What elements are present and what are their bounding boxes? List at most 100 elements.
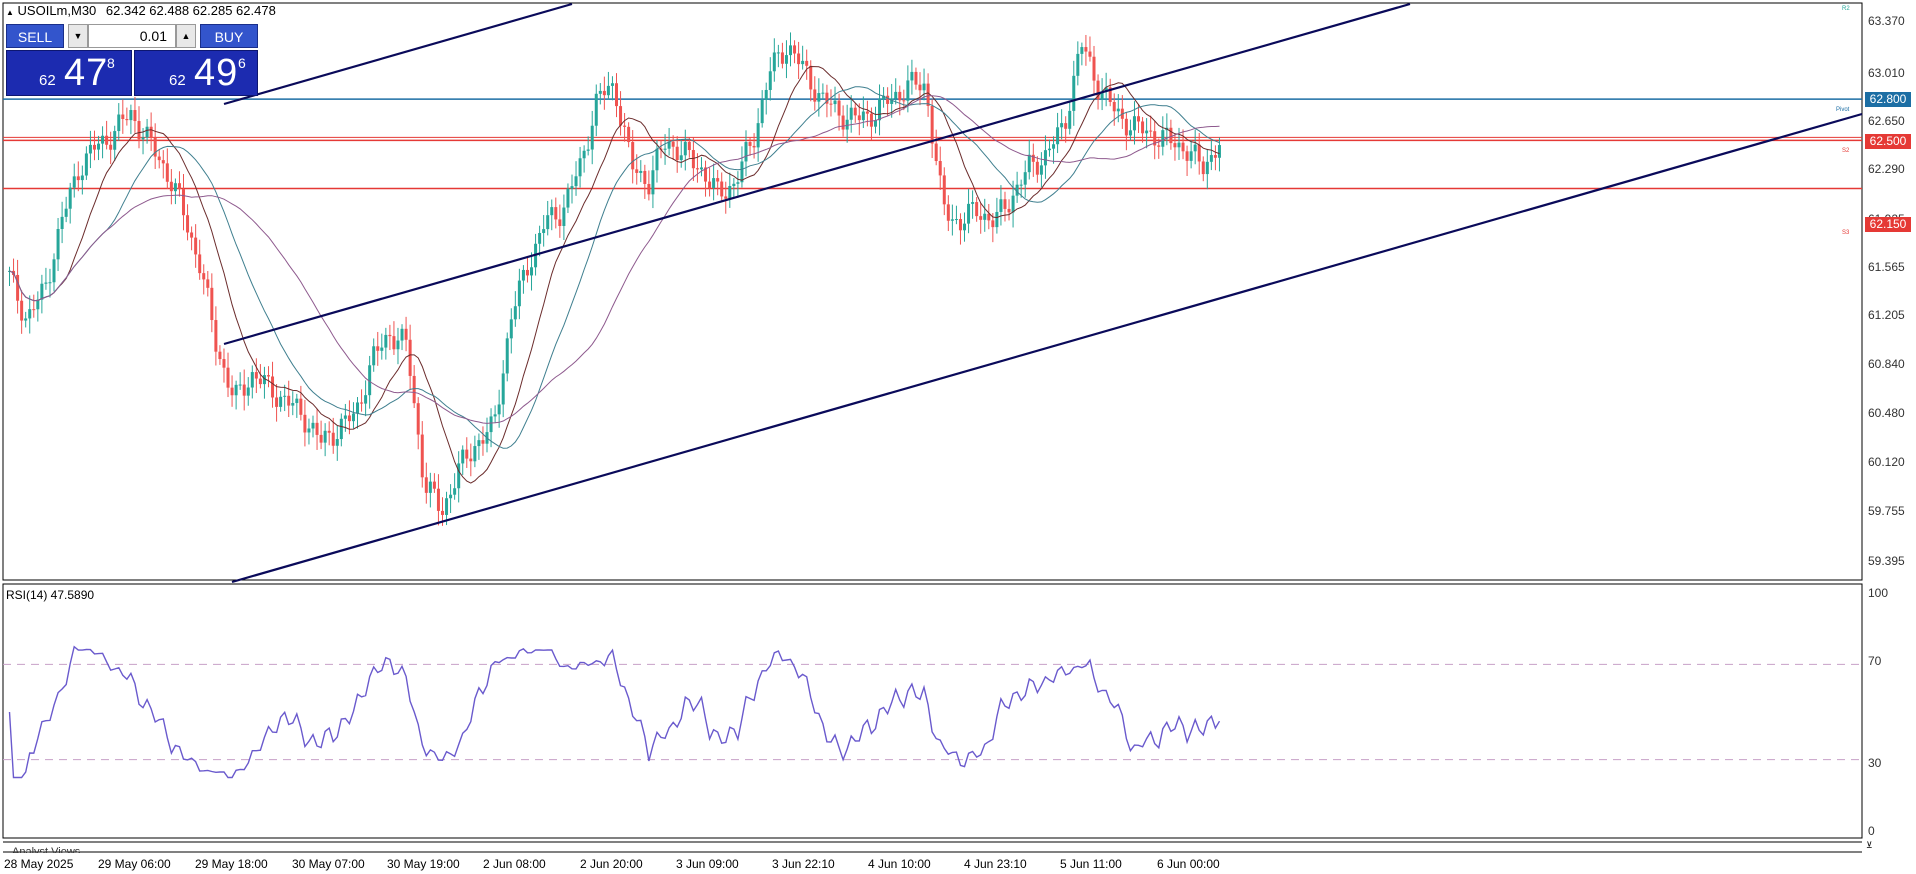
candle-body — [440, 510, 444, 515]
candle-body — [40, 283, 44, 300]
candle-body — [105, 135, 109, 145]
candle-body — [319, 434, 323, 443]
candle-body — [1173, 143, 1177, 148]
candle-body — [400, 328, 404, 341]
main-pane-frame — [2, 2, 1863, 581]
candle-body — [1145, 130, 1149, 134]
candle-body — [598, 90, 602, 94]
sell-button[interactable]: SELL — [6, 24, 64, 48]
lot-increase-button[interactable]: ▲ — [176, 24, 196, 48]
candle-body — [971, 202, 975, 204]
candle-body — [424, 477, 428, 493]
candle-body — [841, 115, 845, 130]
candle-body — [768, 71, 772, 90]
candle-body — [655, 148, 659, 171]
candle-body — [821, 92, 825, 94]
candle-body — [412, 375, 416, 404]
candle-body — [736, 182, 740, 184]
panel-scroll-icon[interactable]: ⊻ — [1866, 840, 1873, 851]
candle-body — [360, 402, 364, 404]
candle-body — [1068, 110, 1072, 129]
candle-body — [517, 280, 521, 307]
candle-body — [1128, 130, 1132, 136]
candle-body — [542, 229, 546, 233]
candle-body — [125, 118, 129, 121]
candle-body — [1076, 53, 1080, 76]
candle-body — [793, 45, 797, 54]
candle-body — [323, 430, 327, 443]
candle-body — [946, 204, 950, 221]
candle-body — [562, 207, 566, 226]
candle-body — [20, 300, 24, 321]
candle-body — [1132, 116, 1136, 131]
candle-body — [497, 404, 501, 415]
time-label: 3 Jun 22:10 — [772, 857, 835, 871]
time-label: 5 Jun 11:00 — [1060, 857, 1122, 871]
candle-body — [513, 306, 517, 320]
candle-body — [242, 384, 246, 396]
lot-decrease-button[interactable]: ▼ — [68, 24, 88, 48]
candle-body — [675, 146, 679, 161]
candle-body — [1088, 51, 1092, 57]
buy-price-button[interactable]: 62 49 6 — [134, 50, 258, 96]
collapse-arrow-icon[interactable]: ▲ — [6, 8, 14, 17]
candle-body — [32, 309, 36, 311]
candle-body — [869, 113, 873, 127]
candle-body — [898, 91, 902, 101]
candle-body — [619, 106, 623, 126]
candle-body — [789, 45, 793, 56]
candle-body — [449, 494, 453, 499]
symbol-header: ▲ USOILm,M30 62.342 62.488 62.285 62.478 — [6, 3, 276, 18]
buy-button[interactable]: BUY — [200, 24, 258, 48]
candle-body — [716, 178, 720, 182]
candle-body — [606, 85, 610, 96]
candle-body — [590, 125, 594, 150]
candle-body — [695, 168, 699, 170]
candle-body — [975, 202, 979, 217]
candle-body — [1189, 151, 1193, 161]
lot-size-input[interactable]: 0.01 — [88, 24, 176, 48]
candle-body — [1080, 47, 1084, 54]
candle-body — [784, 55, 788, 64]
chart-canvas[interactable] — [0, 0, 1916, 874]
candle-body — [194, 237, 198, 255]
candle-body — [979, 216, 983, 220]
time-label: 3 Jun 09:00 — [676, 857, 739, 871]
candle-body — [1161, 130, 1165, 147]
candle-body — [1007, 208, 1011, 213]
candle-body — [651, 170, 655, 195]
chart-window[interactable]: ▲ USOILm,M30 62.342 62.488 62.285 62.478… — [0, 0, 1916, 874]
candle-body — [420, 434, 424, 478]
candle-body — [1072, 75, 1076, 111]
candle-body — [283, 395, 287, 397]
sell-price-fraction: 8 — [107, 55, 115, 71]
rsi-axis-label: 100 — [1868, 586, 1889, 600]
candle-body — [954, 219, 958, 221]
candle-body — [582, 150, 586, 159]
triangle-up-icon: ▲ — [181, 31, 191, 41]
candle-body — [254, 372, 258, 379]
candle-body — [906, 80, 910, 101]
level-name-s2: S2 — [1842, 148, 1850, 154]
candle-body — [930, 105, 934, 144]
candle-body — [639, 170, 643, 173]
candle-body — [776, 52, 780, 54]
candle-body — [643, 170, 647, 184]
candle-body — [1177, 142, 1181, 148]
candle-body — [343, 415, 347, 419]
time-label: 4 Jun 10:00 — [868, 857, 931, 871]
level-tag-pivot: 62.800 — [1865, 92, 1911, 107]
candle-body — [388, 334, 392, 337]
candle-body — [627, 126, 631, 143]
time-label: 6 Jun 00:00 — [1157, 857, 1220, 871]
candle-body — [36, 299, 40, 310]
analyst-views-panel[interactable]: Analyst Views — [12, 845, 80, 853]
candle-body — [202, 273, 206, 280]
candle-body — [586, 149, 590, 151]
candle-body — [1052, 144, 1056, 149]
candle-body — [218, 351, 222, 360]
sell-price-button[interactable]: 62 47 8 — [6, 50, 132, 96]
level-name-s3: S3 — [1842, 230, 1850, 236]
candle-body — [1035, 161, 1039, 175]
candle-body — [833, 100, 837, 105]
